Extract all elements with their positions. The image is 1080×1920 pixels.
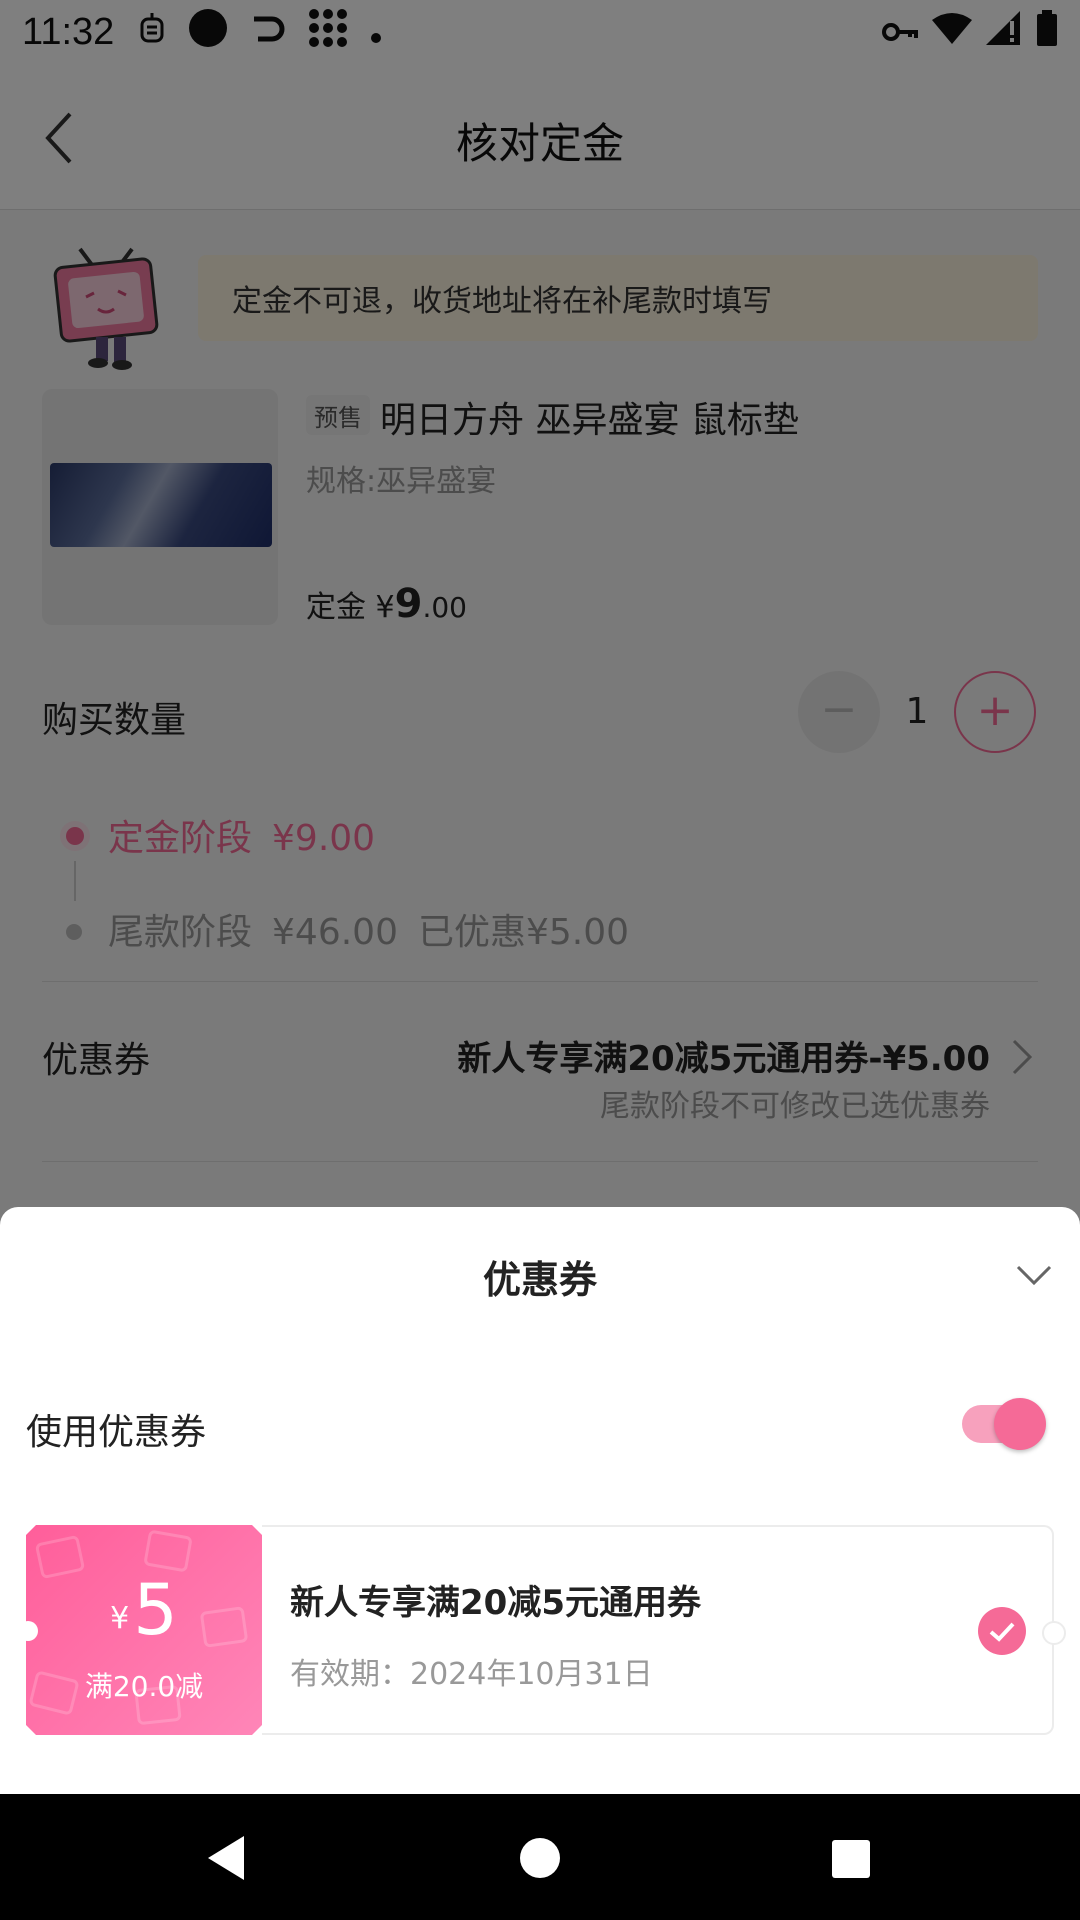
checkmark-icon[interactable] <box>978 1607 1026 1655</box>
sheet-title: 优惠券 <box>482 1258 597 1302</box>
nav-recents-icon[interactable] <box>822 1830 878 1886</box>
coupon-notch <box>1042 1621 1066 1645</box>
toggle-knob <box>994 1398 1046 1450</box>
coupon-value-stub: ¥5 满20.0减 <box>26 1525 262 1735</box>
coupon-condition: 满20.0减 <box>84 1670 204 1703</box>
coupon-currency: ¥ <box>110 1601 130 1636</box>
chevron-down-icon[interactable] <box>1016 1263 1052 1287</box>
coupon-name: 新人专享满20减5元通用券 <box>290 1583 701 1623</box>
coupon-amount: ¥5 <box>26 1569 262 1651</box>
use-coupon-toggle[interactable] <box>962 1398 1046 1450</box>
coupon-bottom-sheet: 优惠券 使用优惠券 ¥5 满20.0减 新人专享满20减5元通用券 有效期：20… <box>0 1207 1080 1794</box>
coupon-notch <box>18 1621 38 1641</box>
coupon-card[interactable]: ¥5 满20.0减 新人专享满20减5元通用券 有效期：2024年10月31日 <box>18 1525 1066 1735</box>
coupon-amount-value: 5 <box>133 1569 178 1651</box>
coupon-expiry: 有效期：2024年10月31日 <box>290 1657 653 1692</box>
nav-back-icon[interactable] <box>200 1830 256 1886</box>
system-navigation-bar <box>0 1794 1080 1920</box>
tv-pattern-icon <box>143 1529 193 1573</box>
nav-home-icon[interactable] <box>512 1830 568 1886</box>
use-coupon-label: 使用优惠券 <box>26 1412 207 1453</box>
coupon-details: 新人专享满20减5元通用券 有效期：2024年10月31日 <box>262 1525 1066 1735</box>
